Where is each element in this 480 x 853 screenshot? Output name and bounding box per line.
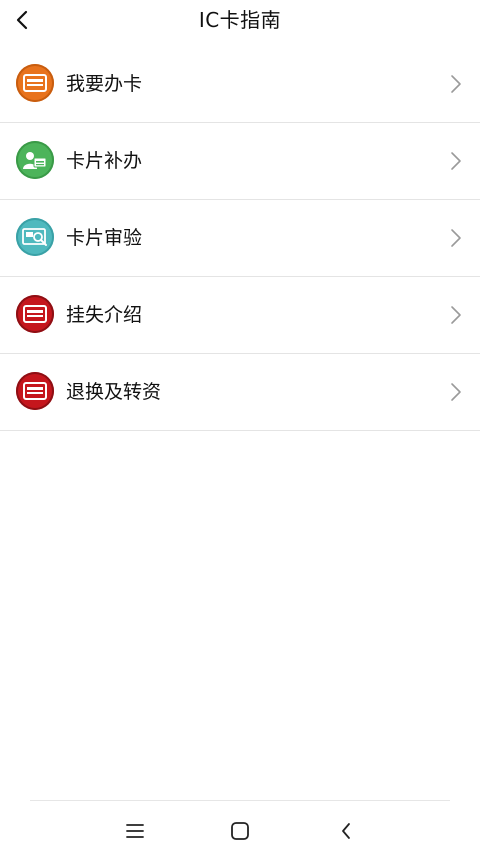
card-inspect-icon	[16, 218, 54, 256]
list-item-label: 卡片补办	[66, 150, 143, 172]
menu-icon	[126, 824, 144, 838]
list-item-label: 挂失介绍	[66, 304, 143, 326]
list-item-inspect-card[interactable]: 卡片审验	[0, 200, 480, 277]
card-icon	[16, 295, 54, 333]
home-square-icon	[231, 822, 249, 840]
list-item-label: 我要办卡	[66, 73, 143, 95]
list-item-report-loss[interactable]: 挂失介绍	[0, 277, 480, 354]
list-item-apply-card[interactable]: 我要办卡	[0, 46, 480, 123]
card-icon	[16, 64, 54, 102]
back-chevron-icon	[342, 823, 350, 839]
list-item-label: 卡片审验	[66, 227, 143, 249]
page-title: IC卡指南	[198, 8, 282, 32]
chevron-right-icon	[451, 306, 461, 324]
header-bar: IC卡指南	[0, 0, 480, 42]
list-item-reissue-card[interactable]: 卡片补办	[0, 123, 480, 200]
chevron-right-icon	[451, 75, 461, 93]
ic-card-guide-screen: IC卡指南 我要办卡 卡片补办 卡片审验 挂失介绍 退换及转资	[0, 0, 480, 853]
chevron-right-icon	[451, 152, 461, 170]
list-item-refund-transfer[interactable]: 退换及转资	[0, 354, 480, 431]
list-item-label: 退换及转资	[66, 381, 162, 403]
menu-button[interactable]	[121, 817, 149, 845]
chevron-right-icon	[451, 229, 461, 247]
guide-list: 我要办卡 卡片补办 卡片审验 挂失介绍 退换及转资	[0, 46, 480, 431]
card-icon	[16, 372, 54, 410]
system-navbar	[0, 801, 480, 853]
chevron-right-icon	[451, 383, 461, 401]
user-card-icon	[16, 141, 54, 179]
system-back-button[interactable]	[332, 817, 360, 845]
home-button[interactable]	[226, 817, 254, 845]
